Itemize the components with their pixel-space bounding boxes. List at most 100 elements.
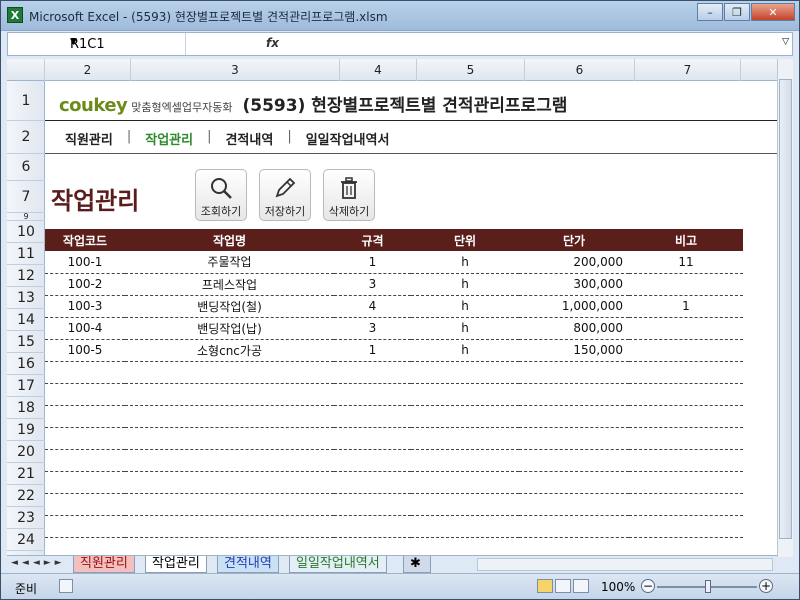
zoom-out-icon[interactable]: − — [641, 579, 655, 593]
sheet-tab-estimates[interactable]: 견적내역 — [217, 556, 279, 573]
cell-note[interactable] — [629, 273, 743, 296]
header-name[interactable]: 작업명 — [125, 229, 334, 251]
cell-name[interactable]: 소형cnc가공 — [125, 339, 334, 362]
row-header[interactable]: 14 — [7, 309, 45, 331]
nav-item-jobs[interactable]: 작업관리 — [145, 129, 193, 148]
save-button[interactable]: 저장하기 — [259, 169, 311, 221]
row-header[interactable]: 1 — [7, 81, 45, 121]
cell-code[interactable]: 100-1 — [45, 251, 125, 274]
cell-code[interactable]: 100-5 — [45, 339, 125, 362]
row-header[interactable]: 17 — [7, 375, 45, 397]
page-layout-icon[interactable] — [555, 579, 571, 593]
chevron-down-icon[interactable]: ▼ — [70, 37, 181, 47]
row-header[interactable]: 7 — [7, 181, 45, 213]
row-header[interactable]: 18 — [7, 397, 45, 419]
nav-item-employees[interactable]: 직원관리 — [65, 129, 113, 148]
cell-name[interactable]: 프레스작업 — [125, 273, 334, 296]
cell-note[interactable]: 11 — [629, 251, 743, 274]
minimize-button[interactable]: – — [697, 3, 723, 21]
cell-name[interactable]: 밴딩작업(납) — [125, 317, 334, 340]
header-spec[interactable]: 규격 — [334, 229, 411, 251]
search-button[interactable]: 조회하기 — [195, 169, 247, 221]
cell-unit[interactable]: h — [411, 339, 519, 362]
delete-button[interactable]: 삭제하기 — [323, 169, 375, 221]
row-header[interactable]: 11 — [7, 243, 45, 265]
header-price[interactable]: 단가 — [519, 229, 629, 251]
row-header[interactable]: 20 — [7, 441, 45, 463]
header-note[interactable]: 비고 — [629, 229, 743, 251]
column-header[interactable]: 6 — [525, 59, 635, 81]
column-header[interactable]: 4 — [340, 59, 417, 81]
close-button[interactable]: ✕ — [751, 3, 795, 21]
name-box[interactable]: R1C1 ▼ — [8, 33, 186, 55]
cell-name[interactable]: 주물작업 — [125, 251, 334, 274]
table-row: 100-5 소형cnc가공 1 h 150,000 — [45, 339, 743, 362]
horizontal-scrollbar[interactable] — [477, 558, 773, 571]
nav-item-estimates[interactable]: 견적내역 — [225, 129, 273, 148]
sheet-tab-daily-report[interactable]: 일일작업내역서 — [289, 556, 387, 573]
cell-spec[interactable]: 3 — [334, 317, 411, 340]
row-header[interactable]: 9 — [7, 213, 45, 221]
row-header[interactable]: 2 — [7, 121, 45, 154]
page-title: 작업관리 — [51, 187, 140, 215]
function-icon[interactable]: fx — [266, 36, 279, 50]
worksheet[interactable]: coukey 맞춤형엑셀업무자동화 (5593) 현장별프로젝트별 견적관리프로… — [45, 81, 777, 557]
select-all-corner[interactable] — [7, 59, 45, 81]
header-unit[interactable]: 단위 — [411, 229, 519, 251]
cell-price[interactable]: 150,000 — [519, 339, 629, 362]
column-header[interactable]: 5 — [417, 59, 525, 81]
row-header[interactable]: 21 — [7, 463, 45, 485]
cell-unit[interactable]: h — [411, 251, 519, 274]
column-header[interactable]: 2 — [45, 59, 131, 81]
row-header[interactable]: 15 — [7, 331, 45, 353]
cell-name[interactable]: 밴딩작업(철) — [125, 295, 334, 318]
cell-spec[interactable]: 4 — [334, 295, 411, 318]
nav-item-daily-report[interactable]: 일일작업내역서 — [306, 129, 390, 148]
page-break-icon[interactable] — [573, 579, 589, 593]
zoom-slider-handle[interactable] — [705, 580, 711, 593]
row-header[interactable]: 6 — [7, 154, 45, 181]
expand-formula-icon[interactable]: ▽ — [782, 37, 789, 47]
cell-unit[interactable]: h — [411, 317, 519, 340]
sheet-tab-employees[interactable]: 직원관리 — [73, 556, 135, 573]
column-header[interactable]: 3 — [131, 59, 340, 81]
row-header[interactable]: 13 — [7, 287, 45, 309]
zoom-in-icon[interactable]: + — [759, 579, 773, 593]
cell-spec[interactable]: 1 — [334, 251, 411, 274]
cell-code[interactable]: 100-4 — [45, 317, 125, 340]
row-header[interactable]: 23 — [7, 507, 45, 529]
zoom-level[interactable]: 100% — [601, 580, 635, 594]
sheet-nav-arrows-icon[interactable]: ◄◄◄►► — [11, 558, 66, 568]
column-header[interactable]: 7 — [635, 59, 741, 81]
cell-code[interactable]: 100-2 — [45, 273, 125, 296]
cell-price[interactable]: 800,000 — [519, 317, 629, 340]
excel-icon[interactable]: X — [7, 7, 23, 23]
row-header[interactable]: 16 — [7, 353, 45, 375]
row-header[interactable]: 10 — [7, 221, 45, 243]
cell-unit[interactable]: h — [411, 295, 519, 318]
row-header[interactable]: 19 — [7, 419, 45, 441]
cell-note[interactable] — [629, 317, 743, 340]
cell-code[interactable]: 100-3 — [45, 295, 125, 318]
cell-note[interactable]: 1 — [629, 295, 743, 318]
normal-view-icon[interactable] — [537, 579, 553, 593]
cell-spec[interactable]: 1 — [334, 339, 411, 362]
cell-price[interactable]: 1,000,000 — [519, 295, 629, 318]
restore-button[interactable]: ❐ — [724, 3, 750, 21]
scroll-thumb[interactable] — [779, 79, 792, 539]
cell-price[interactable]: 200,000 — [519, 251, 629, 274]
macro-record-icon[interactable] — [59, 579, 73, 593]
row-header[interactable]: 24 — [7, 529, 45, 551]
table-row: 100-3 밴딩작업(철) 4 h 1,000,000 1 — [45, 295, 743, 318]
row-header[interactable]: 22 — [7, 485, 45, 507]
new-sheet-icon[interactable]: ✱ — [403, 556, 431, 573]
row-header[interactable]: 12 — [7, 265, 45, 287]
cell-price[interactable]: 300,000 — [519, 273, 629, 296]
cell-spec[interactable]: 3 — [334, 273, 411, 296]
cell-unit[interactable]: h — [411, 273, 519, 296]
header-code[interactable]: 작업코드 — [45, 229, 125, 251]
cell-note[interactable] — [629, 339, 743, 362]
vertical-scrollbar[interactable] — [777, 59, 793, 557]
sheet-tab-jobs[interactable]: 작업관리 — [145, 556, 207, 573]
divider — [45, 120, 777, 121]
